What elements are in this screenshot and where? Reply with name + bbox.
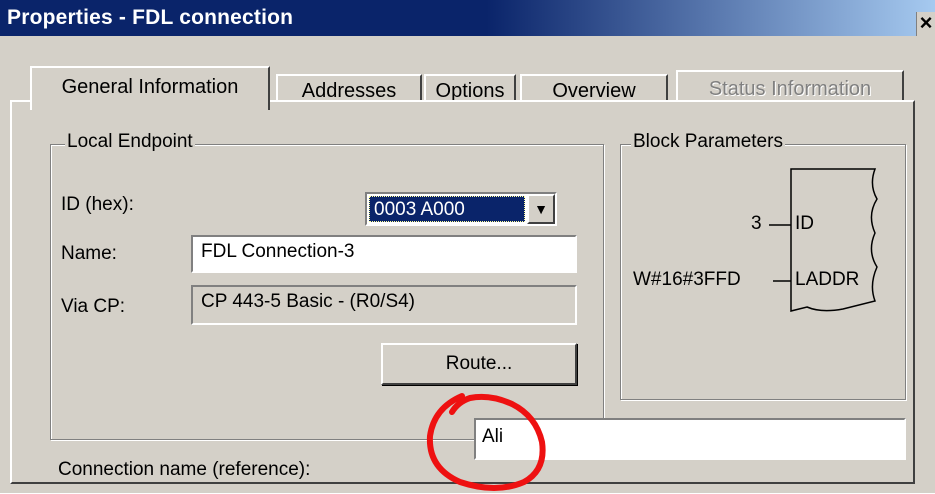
- connection-name-label: Connection name (reference):: [58, 459, 311, 480]
- tab-options[interactable]: Options: [424, 74, 516, 102]
- dropdown-button[interactable]: ▼: [527, 194, 555, 224]
- route-button[interactable]: Route...: [381, 343, 577, 385]
- via-cp-field: CP 443-5 Basic - (R0/S4): [191, 285, 577, 325]
- window-title: Properties - FDL connection: [7, 6, 294, 29]
- id-hex-combobox[interactable]: 0003 A000 ▼: [365, 192, 557, 226]
- title-bar: Properties - FDL connection ×: [0, 0, 935, 36]
- id-param-label: ID: [795, 213, 814, 234]
- via-cp-label: Via CP:: [61, 296, 126, 317]
- laddr-input-value: W#16#3FFD: [633, 269, 741, 290]
- local-endpoint-label: Local Endpoint: [65, 131, 195, 153]
- annotation-circle: [426, 393, 546, 491]
- tab-label: General Information: [61, 76, 239, 98]
- block-parameters-group: Block Parameters 3 ID W#16#3FFD LADDR: [620, 131, 906, 400]
- tab-overview[interactable]: Overview: [520, 74, 668, 102]
- id-hex-label: ID (hex):: [61, 194, 134, 215]
- dialog-body: General Information Addresses Options Ov…: [0, 36, 935, 493]
- laddr-param-label: LADDR: [795, 269, 860, 290]
- chevron-down-icon: ▼: [534, 201, 548, 217]
- name-label: Name:: [61, 243, 117, 264]
- route-button-label: Route...: [445, 353, 513, 374]
- close-button[interactable]: ×: [916, 12, 935, 36]
- close-icon: ×: [919, 10, 933, 35]
- tab-label: Addresses: [301, 80, 397, 102]
- id-hex-value: 0003 A000: [369, 196, 525, 222]
- tab-label: Overview: [552, 80, 636, 102]
- name-input[interactable]: FDL Connection-3: [191, 235, 577, 273]
- id-input-value: 3: [751, 213, 762, 234]
- tab-label: Options: [435, 80, 505, 102]
- tab-label: Status Information: [708, 78, 872, 100]
- tab-status-information[interactable]: Status Information: [676, 70, 904, 102]
- tab-addresses[interactable]: Addresses: [276, 74, 422, 102]
- tab-general-information[interactable]: General Information: [30, 66, 270, 110]
